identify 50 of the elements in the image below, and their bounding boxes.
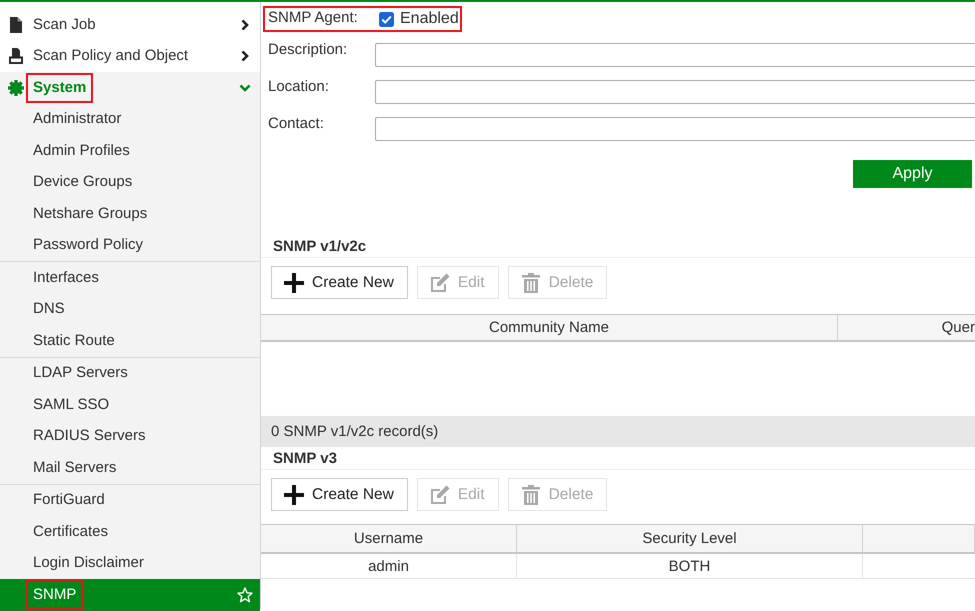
sidebar-item[interactable]: SNMP bbox=[0, 579, 260, 610]
checkbox[interactable] bbox=[379, 12, 394, 26]
sidebar-item[interactable]: Netshare Groups bbox=[0, 198, 260, 230]
field-label: Description: bbox=[267, 41, 348, 58]
column-header: Quer bbox=[838, 314, 975, 342]
field-label: SNMP Agent: bbox=[268, 9, 359, 26]
sidebar-item[interactable]: SAML SSO bbox=[0, 389, 260, 420]
text-input[interactable] bbox=[375, 117, 975, 141]
sidebar-item[interactable]: Interfaces bbox=[0, 262, 260, 294]
sidebar-item[interactable]: Scan Policy and Object bbox=[0, 40, 260, 72]
edit-icon bbox=[430, 272, 450, 292]
sidebar-item[interactable]: Login Disclaimer bbox=[0, 548, 260, 579]
sidebar-item[interactable]: Password Policy bbox=[0, 230, 260, 261]
trash-icon bbox=[520, 272, 541, 292]
checkbox-label: Enabled bbox=[400, 10, 459, 28]
sidebar-item[interactable]: Administrator bbox=[0, 104, 260, 135]
plus-icon bbox=[284, 272, 304, 292]
edit-icon bbox=[430, 484, 450, 504]
sidebar-item[interactable]: LDAP Servers bbox=[0, 358, 260, 389]
column-header: Security Level bbox=[517, 524, 863, 554]
sidebar-item[interactable]: FortiGuard bbox=[0, 484, 260, 516]
sidebar-item[interactable]: System bbox=[0, 72, 260, 104]
text-input[interactable] bbox=[375, 43, 975, 67]
sidebar-item[interactable]: Scan Job bbox=[0, 9, 260, 40]
record-count: 0 SNMP v1/v2c record(s) bbox=[261, 416, 975, 447]
printer-icon bbox=[8, 48, 24, 64]
table-cell: BOTH bbox=[517, 554, 863, 579]
sidebar-item[interactable]: Certificates bbox=[0, 516, 260, 548]
column-header: Username bbox=[261, 524, 517, 554]
sidebar-item[interactable]: Admin Profiles bbox=[0, 135, 260, 166]
section-title: SNMP v1/v2c bbox=[261, 237, 975, 258]
trash-icon bbox=[520, 484, 541, 504]
sidebar-item[interactable]: Static Route bbox=[0, 325, 260, 356]
star-icon[interactable] bbox=[237, 586, 253, 603]
gear-icon bbox=[8, 80, 24, 96]
column-header: Community Name bbox=[261, 314, 838, 342]
apply-button[interactable]: Apply bbox=[853, 160, 972, 188]
section-title: SNMP v3 bbox=[261, 449, 975, 470]
text-input[interactable] bbox=[375, 80, 975, 104]
file-icon bbox=[8, 16, 24, 33]
field-label: Contact: bbox=[267, 115, 325, 132]
sidebar-item[interactable]: Mail Servers bbox=[0, 452, 260, 484]
sidebar-item[interactable]: Device Groups bbox=[0, 166, 260, 198]
plus-icon bbox=[284, 484, 304, 504]
toolbar-button[interactable]: Create New bbox=[271, 478, 408, 511]
toolbar-button[interactable]: Create New bbox=[271, 266, 408, 299]
sidebar-item[interactable]: DNS bbox=[0, 294, 260, 325]
field-label: Location: bbox=[267, 78, 330, 95]
sidebar-item[interactable]: RADIUS Servers bbox=[0, 420, 260, 452]
table-cell: admin bbox=[261, 554, 517, 579]
